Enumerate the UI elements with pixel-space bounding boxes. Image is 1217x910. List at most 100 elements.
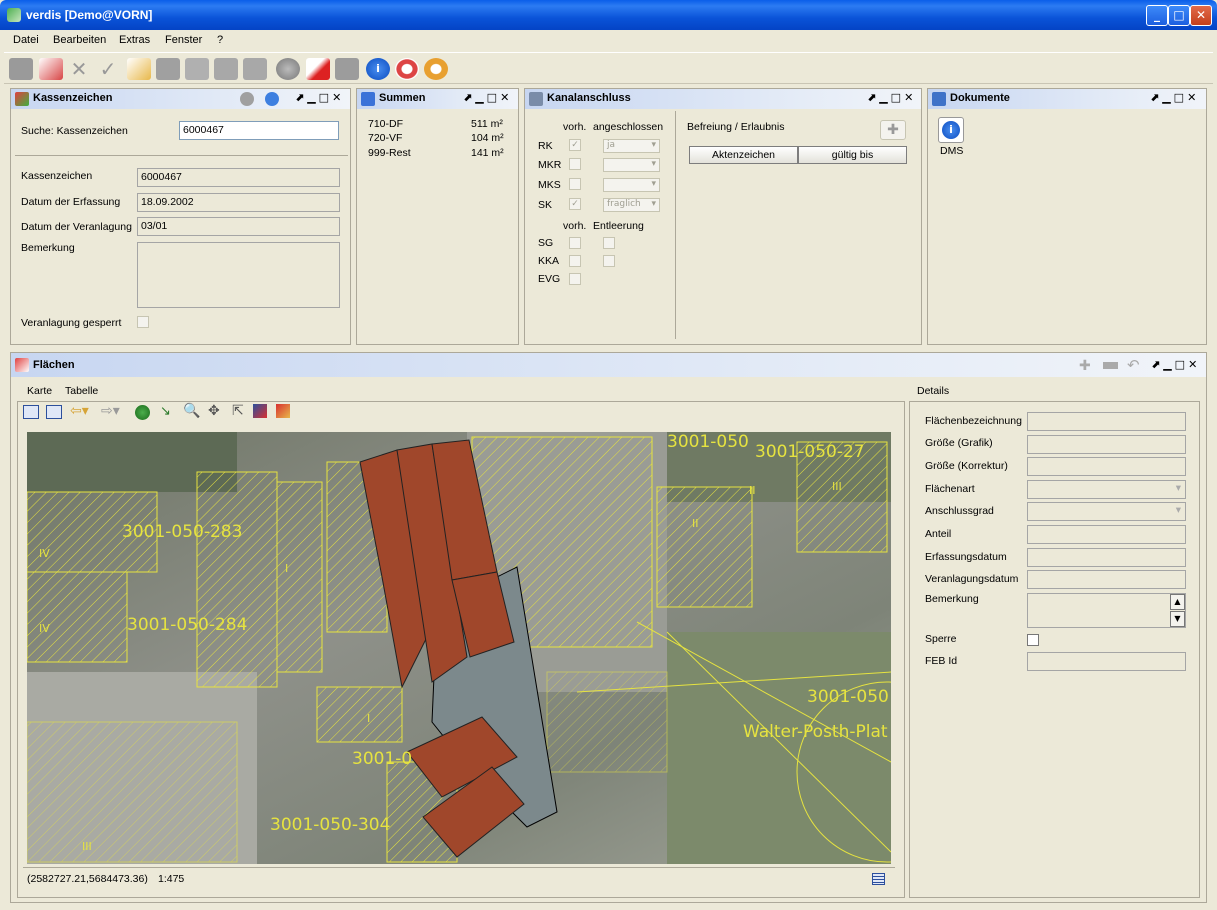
dms-info-icon[interactable]: i (938, 117, 964, 143)
feb-id-field[interactable] (1027, 652, 1186, 671)
lifebuoy-icon[interactable] (395, 58, 419, 80)
sk-select[interactable]: fraglich (603, 198, 660, 212)
scroll-down-icon[interactable]: ▼ (1170, 611, 1185, 627)
back-arrow-icon[interactable]: ⇦▾ (70, 403, 89, 419)
edit-icon[interactable] (39, 58, 63, 80)
sk-checkbox[interactable]: ✓ (569, 198, 581, 210)
gueltig-bis-column[interactable]: gültig bis (798, 146, 907, 164)
rk-checkbox[interactable]: ✓ (569, 139, 581, 151)
sg-checkbox[interactable] (569, 237, 581, 249)
map-label: II (749, 484, 756, 497)
measure-icon[interactable] (253, 404, 267, 418)
map-svg[interactable]: 3001-050-283 3001-050-284 3001-050-304 3… (27, 432, 891, 864)
paste-icon[interactable] (243, 58, 267, 80)
groesse-grafik-field[interactable] (1027, 435, 1186, 454)
edit-mode-icon[interactable] (9, 58, 33, 80)
tab-karte[interactable]: Karte (27, 385, 52, 397)
undo-icon[interactable]: ↶ (1127, 356, 1140, 374)
cancel-icon[interactable]: ✕ (67, 58, 91, 80)
detail-label: Veranlagungsdatum (925, 573, 1019, 585)
rk-label: RK (538, 140, 553, 152)
search-icon[interactable] (424, 58, 448, 80)
coordinates-readout: (2582727.21,5684473.36) (27, 873, 148, 885)
map-label: III (832, 480, 842, 493)
mks-checkbox[interactable] (569, 178, 581, 190)
map-label: 3001-050-304 (270, 815, 390, 835)
mkr-select[interactable] (603, 158, 660, 172)
legend-icon[interactable] (872, 873, 885, 885)
map-label: IV (39, 622, 50, 635)
summen-icon (361, 92, 375, 106)
menu-extras[interactable]: Extras (119, 34, 150, 46)
accept-icon[interactable]: ✓ (96, 58, 120, 80)
panel-controls[interactable]: ⬈▁□✕ (463, 91, 512, 104)
menu-bearbeiten[interactable]: Bearbeiten (53, 34, 106, 46)
kka-checkbox[interactable] (569, 255, 581, 267)
forward-arrow-icon[interactable]: ⇨▾ (101, 403, 120, 419)
sg-entleerung-checkbox[interactable] (603, 237, 615, 249)
flaechenbezeichnung-field[interactable] (1027, 412, 1186, 431)
anschlussgrad-select[interactable]: ▾ (1027, 502, 1186, 521)
close-icon[interactable]: ✕ (1190, 5, 1212, 26)
tab-tabelle[interactable]: Tabelle (65, 385, 98, 397)
map-label: 3001-050 (807, 687, 889, 707)
kassenzeichen-field[interactable]: 6000467 (137, 168, 340, 187)
zoom-icon[interactable]: 🔍 (183, 403, 200, 419)
erfassungsdatum-field[interactable] (1027, 548, 1186, 567)
print-icon[interactable] (335, 58, 359, 80)
erfassung-field[interactable]: 18.09.2002 (137, 193, 340, 212)
zoom-full-icon[interactable] (23, 405, 39, 419)
mkr-checkbox[interactable] (569, 158, 581, 170)
add-icon[interactable]: ✚ (880, 120, 906, 140)
tab-details[interactable]: Details (917, 385, 949, 397)
map-canvas[interactable]: 3001-050-283 3001-050-284 3001-050-304 3… (27, 432, 891, 864)
menu-datei[interactable]: Datei (13, 34, 39, 46)
evg-checkbox[interactable] (569, 273, 581, 285)
back-icon[interactable] (240, 92, 254, 106)
info-icon[interactable]: i (366, 58, 390, 80)
remove-flaeche-icon[interactable] (1103, 362, 1118, 369)
groesse-korrektur-field[interactable] (1027, 457, 1186, 476)
detail-label: Erfassungsdatum (925, 551, 1007, 563)
create-polygon-icon[interactable] (276, 404, 290, 418)
panel-controls[interactable]: ⬈▁□✕ (295, 91, 344, 104)
kka-entleerung-checkbox[interactable] (603, 255, 615, 267)
aktenzeichen-column[interactable]: Aktenzeichen (689, 146, 798, 164)
flaechenart-select[interactable]: ▾ (1027, 480, 1186, 499)
menu-fenster[interactable]: Fenster (165, 34, 202, 46)
layer-icon[interactable] (135, 405, 150, 420)
pan-icon[interactable]: ✥ (208, 403, 220, 419)
anteil-field[interactable] (1027, 525, 1186, 544)
delete-icon[interactable] (156, 58, 180, 80)
bemerkung-textarea[interactable] (1027, 593, 1186, 628)
scroll-up-icon[interactable]: ▲ (1170, 594, 1185, 610)
bemerkung-field[interactable] (137, 242, 340, 308)
search-label: Suche: Kassenzeichen (21, 125, 128, 137)
mks-select[interactable] (603, 178, 660, 192)
panel-title: Dokumente (950, 92, 1010, 104)
rk-select[interactable]: ja (603, 139, 660, 153)
panel-controls[interactable]: ⬈▁□✕ (1150, 91, 1199, 104)
search-input[interactable]: 6000467 (179, 121, 339, 140)
refresh-icon[interactable] (276, 58, 300, 80)
add-flaeche-icon[interactable]: ✚ (1079, 358, 1094, 374)
veranlagungsdatum-field[interactable] (1027, 570, 1186, 589)
dms-label: DMS (940, 145, 964, 157)
sperre-checkbox[interactable] (1027, 634, 1039, 646)
detail-label: FEB Id (925, 655, 958, 667)
zoom-selection-icon[interactable] (46, 405, 62, 419)
maximize-icon[interactable]: □ (1168, 5, 1190, 26)
minimize-icon[interactable]: _ (1146, 5, 1168, 26)
new-icon[interactable] (127, 58, 151, 80)
copy-icon[interactable] (214, 58, 238, 80)
panel-controls[interactable]: ⬈▁□✕ (867, 91, 916, 104)
forward-icon[interactable] (265, 92, 279, 106)
select-layer-icon[interactable]: ↘ (160, 404, 171, 419)
cut-icon[interactable] (185, 58, 209, 80)
menu-help[interactable]: ? (217, 34, 223, 46)
panel-controls[interactable]: ⬈▁□✕ (1151, 358, 1200, 371)
gesperrt-checkbox[interactable] (137, 316, 149, 328)
select-icon[interactable]: ⇱ (232, 403, 244, 419)
veranlagung-field[interactable]: 03/01 (137, 217, 340, 236)
pdf-icon[interactable] (306, 58, 330, 80)
